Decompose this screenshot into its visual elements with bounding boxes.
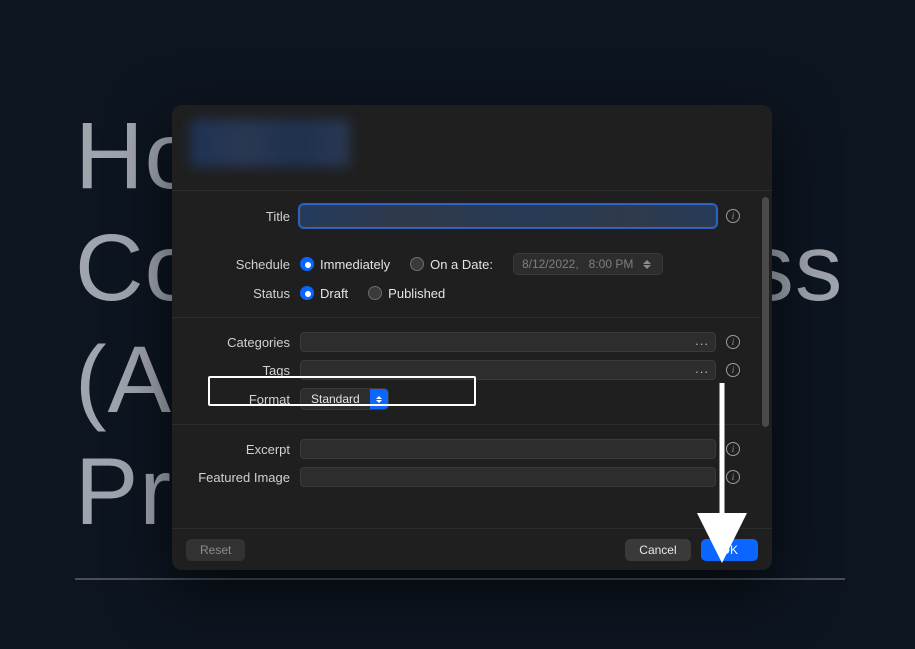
row-title: Title i — [172, 201, 760, 231]
blurred-title-preview — [190, 119, 350, 167]
radio-immediately[interactable] — [300, 257, 314, 271]
radio-immediately-label: Immediately — [320, 257, 390, 272]
radio-on-a-date[interactable] — [410, 257, 424, 271]
label-status: Status — [172, 286, 300, 301]
radio-on-a-date-group[interactable]: On a Date: — [410, 257, 493, 272]
radio-draft-group[interactable]: Draft — [300, 286, 348, 301]
radio-draft-label: Draft — [320, 286, 348, 301]
background-rule — [75, 578, 845, 580]
ellipsis-icon: ... — [695, 361, 709, 376]
row-featured-image: Featured Image i — [172, 463, 760, 491]
radio-published-group[interactable]: Published — [368, 286, 445, 301]
row-status: Status Draft Published — [172, 279, 760, 307]
row-tags: Tags ... i — [172, 356, 760, 384]
dialog-body: Title i Schedule Immediately On a Date: — [172, 191, 772, 528]
label-schedule: Schedule — [172, 257, 300, 272]
info-icon[interactable]: i — [726, 442, 740, 456]
info-icon[interactable]: i — [726, 209, 740, 223]
label-tags: Tags — [172, 363, 300, 378]
date-stepper[interactable] — [643, 260, 654, 269]
cancel-button[interactable]: Cancel — [625, 539, 690, 561]
dialog-footer: Reset Cancel OK — [172, 528, 772, 570]
info-icon[interactable]: i — [726, 363, 740, 377]
vertical-scrollbar[interactable] — [762, 197, 769, 427]
info-icon[interactable]: i — [726, 335, 740, 349]
label-categories: Categories — [172, 335, 300, 350]
select-arrows-icon — [370, 389, 388, 409]
row-schedule: Schedule Immediately On a Date: 8/12/202… — [172, 249, 760, 279]
tags-field[interactable]: ... — [300, 360, 716, 380]
radio-draft[interactable] — [300, 286, 314, 300]
label-featured-image: Featured Image — [172, 470, 300, 485]
row-excerpt: Excerpt i — [172, 435, 760, 463]
label-excerpt: Excerpt — [172, 442, 300, 457]
section-extras: Excerpt i Featured Image i — [172, 425, 760, 501]
radio-published-label: Published — [388, 286, 445, 301]
title-input[interactable] — [300, 205, 716, 227]
schedule-time-value: 8:00 PM — [589, 257, 634, 271]
ellipsis-icon: ... — [695, 333, 709, 348]
section-taxonomy: Categories ... i Tags ... i Format — [172, 318, 760, 425]
section-basic: Title i Schedule Immediately On a Date: — [172, 191, 760, 318]
format-select[interactable]: Standard — [300, 388, 389, 410]
label-format: Format — [172, 392, 300, 407]
excerpt-field[interactable] — [300, 439, 716, 459]
ok-button[interactable]: OK — [701, 539, 758, 561]
radio-immediately-group[interactable]: Immediately — [300, 257, 390, 272]
row-categories: Categories ... i — [172, 328, 760, 356]
schedule-date-value: 8/12/2022, — [522, 257, 579, 271]
featured-image-field[interactable] — [300, 467, 716, 487]
schedule-date-field[interactable]: 8/12/2022, 8:00 PM — [513, 253, 663, 275]
label-title: Title — [172, 209, 300, 224]
categories-field[interactable]: ... — [300, 332, 716, 352]
format-select-value: Standard — [301, 392, 370, 406]
dialog-header — [172, 105, 772, 191]
radio-on-a-date-label: On a Date: — [430, 257, 493, 272]
row-format: Format Standard — [172, 384, 760, 414]
reset-button[interactable]: Reset — [186, 539, 245, 561]
post-settings-dialog: Title i Schedule Immediately On a Date: — [172, 105, 772, 570]
info-icon[interactable]: i — [726, 470, 740, 484]
radio-published[interactable] — [368, 286, 382, 300]
